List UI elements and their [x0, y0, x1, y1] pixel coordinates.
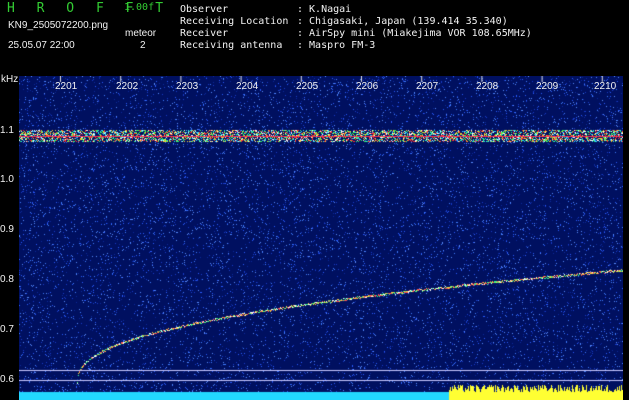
y-axis-unit: kHz — [1, 74, 19, 85]
receiver-key: Receiver — [180, 28, 229, 39]
spectrogram-plot — [19, 76, 623, 400]
y-tick-label: 0.8 — [0, 274, 14, 285]
x-tick-label: 2208 — [476, 81, 499, 92]
observer-value: : K.Nagai — [297, 4, 352, 15]
header-panel: H R O F F T 1.00f KN9_2505072200.png met… — [0, 0, 629, 75]
meteor-label: meteor — [125, 28, 157, 39]
spectrogram-canvas — [19, 76, 623, 400]
app-version: 1.00f — [124, 2, 155, 13]
location-key: Receiving Location — [180, 16, 289, 27]
x-tick-label: 2201 — [55, 81, 78, 92]
x-tick-label: 2204 — [236, 81, 259, 92]
image-filename: KN9_2505072200.png — [8, 20, 109, 31]
x-tick-label: 2210 — [594, 81, 617, 92]
x-tick-label: 2202 — [116, 81, 139, 92]
y-tick-label: 0.9 — [0, 224, 14, 235]
x-tick-label: 2203 — [176, 81, 199, 92]
antenna-value: : Maspro FM-3 — [297, 40, 376, 51]
x-tick-label: 2209 — [536, 81, 559, 92]
meteor-count: 2 — [140, 40, 146, 51]
y-tick-label: 0.6 — [0, 374, 14, 385]
x-tick-label: 2206 — [356, 81, 379, 92]
observer-key: Observer — [180, 4, 229, 15]
y-tick-label: 1.1 — [0, 125, 14, 136]
antenna-key: Receiving antenna — [180, 40, 283, 51]
x-tick-label: 2207 — [416, 81, 439, 92]
y-tick-label: 1.0 — [0, 174, 14, 185]
location-value: : Chigasaki, Japan (139.414 35.340) — [297, 16, 508, 27]
observation-timestamp: 25.05.07 22:00 — [8, 40, 75, 51]
receiver-value: : AirSpy mini (Miakejima VOR 108.65MHz) — [297, 28, 532, 39]
y-tick-label: 0.7 — [0, 324, 14, 335]
x-tick-label: 2205 — [296, 81, 319, 92]
